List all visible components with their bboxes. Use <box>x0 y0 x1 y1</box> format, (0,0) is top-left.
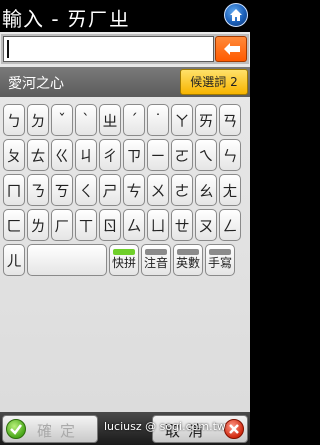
title-bar: 輸入 - ㄞㄏㄓ <box>0 0 250 32</box>
more-candidates-button[interactable]: 候選詞 2 <box>180 69 248 95</box>
key[interactable]: ㄤ <box>219 174 241 206</box>
ime-panel: 愛河之心 候選詞 2 ㄅ ㄉ ˇ ˋ ㄓ ˊ ˙ ㄚ ㄞ ㄢ ㄆ ㄊ ㄍ ㄐ ㄔ… <box>0 32 250 412</box>
key[interactable]: ㄋ <box>27 174 49 206</box>
key[interactable]: ㄌ <box>27 209 49 241</box>
key[interactable]: ㄓ <box>99 104 121 136</box>
key[interactable]: ㄊ <box>27 139 49 171</box>
backspace-button[interactable] <box>215 36 247 62</box>
key[interactable]: ㄙ <box>123 209 145 241</box>
arrow-left-icon <box>224 43 240 55</box>
text-input[interactable] <box>3 36 214 62</box>
key[interactable]: ㄏ <box>51 209 73 241</box>
key[interactable]: ㄐ <box>75 139 97 171</box>
mode-alphanumeric[interactable]: 英數 <box>173 244 203 276</box>
key[interactable]: ㄞ <box>195 104 217 136</box>
key[interactable]: ˊ <box>123 104 145 136</box>
key[interactable]: ˇ <box>51 104 73 136</box>
key[interactable]: ㄈ <box>3 209 25 241</box>
key[interactable]: ㄒ <box>75 209 97 241</box>
key[interactable]: ㄇ <box>3 174 25 206</box>
key[interactable]: ˙ <box>147 104 169 136</box>
watermark: luciusz @ sogi.com.tw <box>104 420 226 433</box>
key[interactable]: ㄟ <box>195 139 217 171</box>
key-row-4: ㄈ ㄌ ㄏ ㄒ ㄖ ㄙ ㄩ ㄝ ㄡ ㄥ <box>3 209 241 241</box>
page-title: 輸入 - ㄞㄏㄓ <box>2 7 130 31</box>
home-button[interactable] <box>224 3 248 27</box>
key-row-3: ㄇ ㄋ ㄎ ㄑ ㄕ ㄘ ㄨ ㄜ ㄠ ㄤ <box>3 174 241 206</box>
key[interactable]: ㄣ <box>219 139 241 171</box>
home-icon <box>230 9 242 21</box>
key[interactable]: ㄖ <box>99 209 121 241</box>
key[interactable]: ㄨ <box>147 174 169 206</box>
key[interactable]: ㄘ <box>123 174 145 206</box>
key[interactable]: ㄍ <box>51 139 73 171</box>
key[interactable]: ㄩ <box>147 209 169 241</box>
key[interactable]: ㄉ <box>27 104 49 136</box>
text-cursor <box>7 40 9 58</box>
key[interactable]: ㄠ <box>195 174 217 206</box>
input-row <box>1 34 249 64</box>
key[interactable]: ㄕ <box>99 174 121 206</box>
confirm-label: 確定 <box>37 422 84 440</box>
key[interactable]: ㄢ <box>219 104 241 136</box>
key-row-2: ㄆ ㄊ ㄍ ㄐ ㄔ ㄗ ㄧ ㄛ ㄟ ㄣ <box>3 139 241 171</box>
mode-zhuyin[interactable]: 注音 <box>141 244 171 276</box>
key[interactable]: ㄎ <box>51 174 73 206</box>
key[interactable]: ㄅ <box>3 104 25 136</box>
key[interactable]: ㄡ <box>195 209 217 241</box>
key[interactable]: ㄧ <box>147 139 169 171</box>
candidate-phrase[interactable]: 愛河之心 <box>8 73 64 93</box>
key[interactable]: ㄥ <box>219 209 241 241</box>
key[interactable]: ㄚ <box>171 104 193 136</box>
check-icon <box>6 419 26 439</box>
key[interactable]: ㄝ <box>171 209 193 241</box>
mode-quick-pinyin[interactable]: 快拼 <box>109 244 139 276</box>
key[interactable]: ㄗ <box>123 139 145 171</box>
key[interactable]: ˋ <box>75 104 97 136</box>
key[interactable]: ㄑ <box>75 174 97 206</box>
key[interactable]: ㄛ <box>171 139 193 171</box>
confirm-button[interactable]: 確定 <box>2 415 98 443</box>
key[interactable]: ㄔ <box>99 139 121 171</box>
space-key[interactable] <box>27 244 107 276</box>
key[interactable]: ㄜ <box>171 174 193 206</box>
key-row-1: ㄅ ㄉ ˇ ˋ ㄓ ˊ ˙ ㄚ ㄞ ㄢ <box>3 104 241 136</box>
key-er[interactable]: ㄦ <box>3 244 25 276</box>
key[interactable]: ㄆ <box>3 139 25 171</box>
candidate-row: 愛河之心 候選詞 2 <box>0 67 250 97</box>
key-row-5: ㄦ 快拼 注音 英數 手寫 <box>3 244 235 276</box>
close-icon <box>224 419 244 439</box>
mode-handwriting[interactable]: 手寫 <box>205 244 235 276</box>
